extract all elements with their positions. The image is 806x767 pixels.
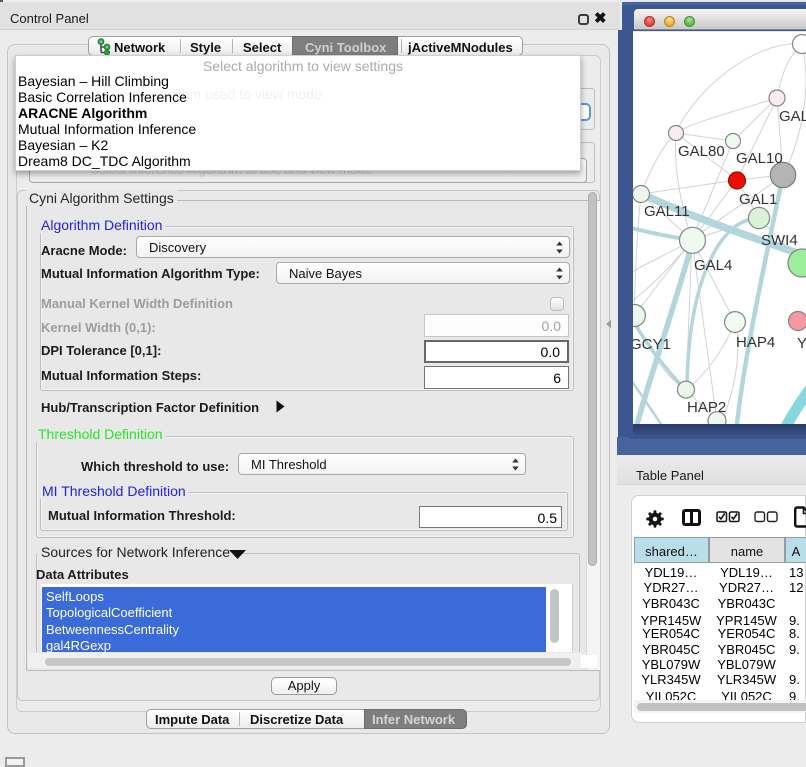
svg-text:HAP2: HAP2	[687, 399, 726, 416]
svg-text:GAL10: GAL10	[736, 150, 783, 167]
svg-text:GAL80: GAL80	[678, 143, 725, 160]
svg-text:Y: Y	[797, 335, 806, 352]
svg-text:GAL4: GAL4	[694, 257, 732, 274]
svg-text:GAL1: GAL1	[739, 191, 777, 208]
svg-text:GCY1: GCY1	[633, 336, 671, 353]
svg-text:GAL11: GAL11	[644, 203, 690, 220]
svg-text:HAP4: HAP4	[736, 334, 775, 351]
svg-text:SWI4: SWI4	[761, 232, 798, 249]
svg-text:GAL2: GAL2	[779, 108, 806, 125]
